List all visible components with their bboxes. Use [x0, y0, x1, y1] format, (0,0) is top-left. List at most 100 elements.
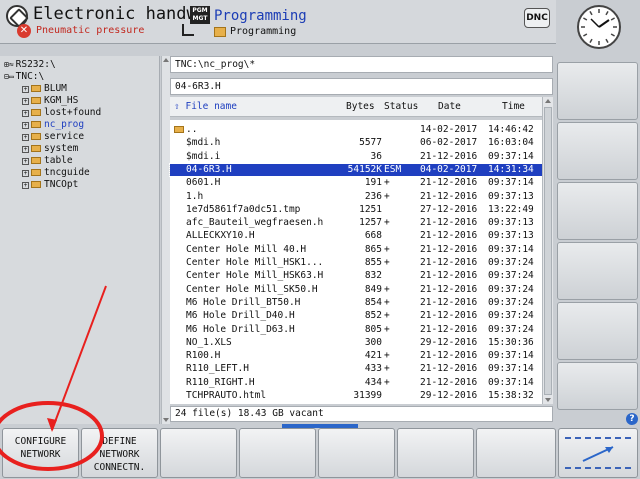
- file-bytes: 849: [364, 283, 382, 295]
- file-time: 09:37:24: [488, 296, 534, 308]
- softkey-5[interactable]: [318, 428, 395, 478]
- file-list-scrollbar[interactable]: [542, 97, 553, 404]
- softkey-6[interactable]: [397, 428, 474, 478]
- tree-item[interactable]: + TNCOpt: [22, 179, 78, 191]
- softkey-7[interactable]: [476, 428, 556, 478]
- file-row[interactable]: 0601.H 191 +21-12-2016 09:37:14: [170, 177, 542, 189]
- configure-network-softkey[interactable]: CONFIGURE NETWORK: [2, 428, 79, 478]
- file-row[interactable]: 1e7d5861f7a0dc51.tmp 1251 27-12-2016 13:22:…: [170, 204, 542, 216]
- file-status: +: [384, 310, 390, 322]
- dnc-button[interactable]: DNC: [524, 8, 550, 28]
- tree-item-label: system: [44, 143, 79, 154]
- file-row[interactable]: afc_Bauteil_wegfraesen.h 1257 +21-12-2016 0…: [170, 217, 542, 229]
- file-row[interactable]: R110_RIGHT.H 434 +21-12-2016 09:37:14: [170, 377, 542, 389]
- column-status[interactable]: Status: [384, 101, 418, 112]
- softkey-3[interactable]: [160, 428, 237, 478]
- column-time[interactable]: Time: [502, 101, 525, 112]
- file-list[interactable]: .. 14-02-2017 14:46:42 $mdi.h 5577 06-02-2017…: [169, 120, 543, 404]
- softkey-4[interactable]: [239, 428, 316, 478]
- path-field[interactable]: TNC:\nc_prog\*: [170, 56, 553, 73]
- column-file-name[interactable]: ⇧ File name: [174, 101, 237, 112]
- scroll-up-icon[interactable]: [163, 58, 169, 62]
- file-name: 0601.H: [186, 177, 221, 189]
- error-message[interactable]: Pneumatic pressure: [36, 25, 144, 36]
- expand-icon[interactable]: +: [22, 158, 29, 165]
- column-bytes[interactable]: Bytes: [346, 101, 375, 112]
- tree-item-label: TNC:\: [15, 71, 45, 82]
- tree-item[interactable]: ⊟▭ TNC:\: [4, 71, 44, 83]
- file-row[interactable]: .. 14-02-2017 14:46:42: [170, 124, 542, 136]
- file-row[interactable]: R110_LEFT.H 433 +21-12-2016 09:37:14: [170, 363, 542, 375]
- tree-item[interactable]: + table: [22, 155, 73, 167]
- program-mode-subtitle: Programming: [230, 26, 297, 37]
- file-name: TCHPRAUTO.html: [186, 390, 267, 401]
- column-date[interactable]: Date: [438, 101, 461, 112]
- scroll-down-icon[interactable]: [163, 418, 169, 422]
- tree-item[interactable]: + system: [22, 143, 78, 155]
- file-row[interactable]: Center Hole Mill_SK50.H 849 +21-12-2016 09:…: [170, 284, 542, 296]
- file-row[interactable]: M6 Hole Drill_BT50.H 854 +21-12-2016 09:37:…: [170, 297, 542, 309]
- file-row[interactable]: 04-6R3.H 54152K ESM 04-02-2017 14:31:34: [169, 162, 543, 177]
- file-name: M6 Hole Drill_D63.H: [186, 323, 295, 335]
- file-name: Center Hole Mill_HSK63.H: [186, 270, 324, 282]
- file-row[interactable]: ALLECKXY10.H 668 21-12-2016 09:37:13: [170, 230, 542, 242]
- file-row[interactable]: $mdi.h 5577 06-02-2017 16:03:04: [170, 137, 542, 149]
- scroll-up-icon[interactable]: [545, 99, 551, 103]
- folder-icon: [31, 157, 41, 164]
- file-name: Center Hole Mill 40.H: [186, 243, 307, 255]
- tree-item[interactable]: + nc_prog: [22, 119, 84, 131]
- expand-icon[interactable]: +: [22, 110, 29, 117]
- expand-icon[interactable]: +: [22, 122, 29, 129]
- help-icon[interactable]: ?: [626, 413, 638, 425]
- file-row[interactable]: Center Hole Mill 40.H 865 +21-12-2016 09:37…: [170, 244, 542, 256]
- file-row[interactable]: R100.H 421 +21-12-2016 09:37:14: [170, 350, 542, 362]
- tree-item[interactable]: + service: [22, 131, 84, 143]
- expand-icon[interactable]: +: [22, 170, 29, 177]
- file-row[interactable]: Center Hole Mill_HSK63.H 832 21-12-2016 09:…: [170, 270, 542, 282]
- define-network-softkey[interactable]: DEFINE NETWORK CONNECTN.: [81, 428, 158, 478]
- file-date: 04-02-2017: [420, 163, 478, 175]
- vertical-softkey-6[interactable]: [557, 362, 638, 410]
- file-row[interactable]: 1.h 236 +21-12-2016 09:37:13: [170, 191, 542, 203]
- file-date: 29-12-2016: [420, 390, 478, 401]
- file-date: 21-12-2016: [420, 150, 478, 162]
- file-name: $mdi.i: [186, 150, 221, 162]
- file-time: 09:37:24: [488, 323, 534, 335]
- file-row[interactable]: Center Hole Mill_HSK1... 855 +21-12-2016 09…: [170, 257, 542, 269]
- expand-icon[interactable]: +: [22, 146, 29, 153]
- scroll-down-icon[interactable]: [545, 398, 551, 402]
- vertical-softkey-2[interactable]: [557, 122, 638, 180]
- error-icon[interactable]: ✕: [17, 24, 31, 38]
- file-row[interactable]: M6 Hole Drill_D40.H 852 +21-12-2016 09:37:2…: [170, 310, 542, 322]
- file-row[interactable]: NO_1.XLS 300 29-12-2016 15:30:36: [170, 337, 542, 349]
- file-time: 14:31:34: [488, 163, 534, 175]
- file-bytes: 31399: [353, 390, 382, 401]
- tree-item[interactable]: + KGM_HS: [22, 95, 78, 107]
- file-time: 09:37:13: [488, 190, 534, 202]
- file-row[interactable]: $mdi.i 36 21-12-2016 09:37:14: [170, 151, 542, 163]
- file-date: 21-12-2016: [420, 243, 478, 255]
- scroll-thumb[interactable]: [544, 107, 552, 395]
- tree-item[interactable]: + BLUM: [22, 83, 67, 95]
- tree-item[interactable]: + lost+found: [22, 107, 101, 119]
- vertical-softkey-3[interactable]: [557, 182, 638, 240]
- file-date: 21-12-2016: [420, 350, 478, 362]
- tree-scrollbar[interactable]: [161, 56, 170, 424]
- file-row[interactable]: M6 Hole Drill_D63.H 805 +21-12-2016 09:37:2…: [170, 324, 542, 336]
- vertical-softkey-4[interactable]: [557, 242, 638, 300]
- file-row[interactable]: TCHPRAUTO.html 31399 29-12-2016 15:38:32: [170, 390, 542, 402]
- vertical-softkey-5[interactable]: [557, 302, 638, 360]
- expand-icon[interactable]: +: [22, 134, 29, 141]
- file-date: 21-12-2016: [420, 270, 478, 282]
- tree-item[interactable]: + tncguide: [22, 167, 90, 179]
- expand-icon[interactable]: +: [22, 98, 29, 105]
- expand-icon[interactable]: +: [22, 182, 29, 189]
- current-file-field[interactable]: 04-6R3.H: [170, 78, 553, 95]
- file-time: 09:37:24: [488, 310, 534, 322]
- expand-icon[interactable]: +: [22, 86, 29, 93]
- file-name: NO_1.XLS: [186, 336, 232, 348]
- directory-tree[interactable]: ⊞≈ RS232:\ ⊟▭ TNC:\ + BLUM + KGM_HS + lost+found +…: [0, 56, 160, 424]
- softkey-bar-switch-button[interactable]: [558, 428, 638, 478]
- vertical-softkey-1[interactable]: [557, 62, 638, 120]
- tree-item[interactable]: ⊞≈ RS232:\: [4, 59, 56, 71]
